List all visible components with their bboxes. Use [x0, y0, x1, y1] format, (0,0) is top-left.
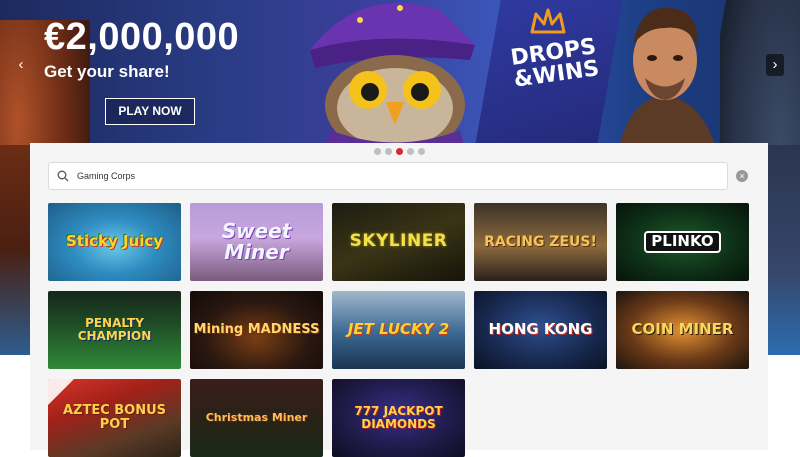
- banner-elephant-art: [720, 0, 800, 145]
- search-icon: [57, 170, 69, 182]
- clear-search-icon[interactable]: ×: [736, 170, 748, 182]
- game-tile[interactable]: RACING ZEUS!: [474, 203, 607, 281]
- carousel-dots: [374, 148, 425, 155]
- banner-title: €2,000,000: [44, 16, 240, 58]
- game-title: PLINKO: [644, 231, 721, 253]
- game-title: HONG KONG: [488, 320, 593, 339]
- game-title: PENALTY CHAMPION: [77, 316, 152, 343]
- banner-prev-arrow[interactable]: ‹: [12, 54, 30, 76]
- side-art-left: [0, 145, 30, 355]
- game-title: AZTEC BONUS POT: [62, 403, 167, 432]
- game-title: COIN MINER: [631, 320, 734, 339]
- game-tile[interactable]: AZTEC BONUS POT: [48, 379, 181, 457]
- banner-subtitle: Get your share!: [44, 62, 170, 81]
- game-tile[interactable]: SKYLINER: [332, 203, 465, 281]
- game-tile[interactable]: HONG KONG: [474, 291, 607, 369]
- game-tile[interactable]: JET LUCKY 2: [332, 291, 465, 369]
- side-art-right: [768, 145, 800, 355]
- search-input[interactable]: [77, 171, 727, 181]
- game-tile[interactable]: PLINKO: [616, 203, 749, 281]
- game-tile[interactable]: PENALTY CHAMPION: [48, 291, 181, 369]
- games-panel: × Sticky Juicy Sweet Miner SKYLINER RACI…: [30, 143, 768, 457]
- game-tile[interactable]: Christmas Miner: [190, 379, 323, 457]
- carousel-dot-active[interactable]: [396, 148, 403, 155]
- game-tile[interactable]: 777 JACKPOT DIAMONDS: [332, 379, 465, 457]
- carousel-dot[interactable]: [385, 148, 392, 155]
- carousel-dot[interactable]: [418, 148, 425, 155]
- play-now-button[interactable]: PLAY NOW: [105, 98, 195, 125]
- game-title: 777 JACKPOT DIAMONDS: [354, 404, 443, 431]
- carousel-dot[interactable]: [407, 148, 414, 155]
- promo-banner[interactable]: €2,000,000 Get your share! PLAY NOW DROP…: [0, 0, 800, 145]
- crown-icon: [530, 8, 566, 34]
- adventurer-illustration: [620, 7, 715, 145]
- game-title: JET LUCKY 2: [347, 320, 450, 339]
- game-title: Christmas Miner: [205, 411, 308, 425]
- carousel-dot[interactable]: [374, 148, 381, 155]
- game-title: Sticky Juicy: [65, 232, 164, 251]
- game-title: Sweet Miner: [221, 219, 292, 264]
- game-title: RACING ZEUS!: [484, 233, 597, 250]
- game-tile[interactable]: COIN MINER: [616, 291, 749, 369]
- game-tile[interactable]: Sweet Miner: [190, 203, 323, 281]
- search-bar[interactable]: [48, 162, 728, 190]
- game-title: SKYLINER: [349, 231, 448, 252]
- game-tile[interactable]: Mining MADNESS: [190, 291, 323, 369]
- banner-next-arrow[interactable]: ›: [766, 54, 784, 76]
- provider-badge: [48, 379, 74, 405]
- game-title: Mining MADNESS: [193, 322, 320, 338]
- owl-wizard-illustration: [310, 3, 475, 145]
- game-tile[interactable]: Sticky Juicy: [48, 203, 181, 281]
